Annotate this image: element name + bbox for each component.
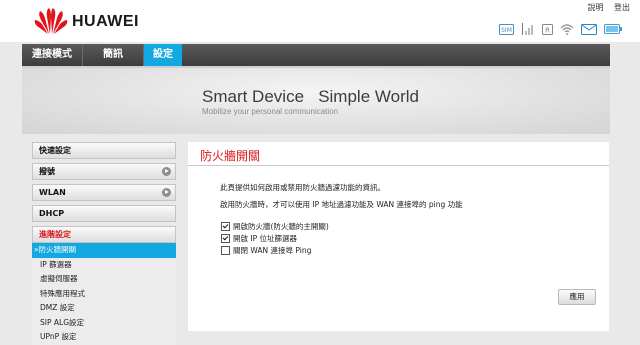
sidebar-item-label: DHCP <box>39 209 65 218</box>
svg-text:SIM: SIM <box>501 27 512 34</box>
tab-settings[interactable]: 設定 <box>144 44 182 66</box>
sidebar-item-dialup[interactable]: 撥號 <box>32 163 176 180</box>
status-icons: SIM R <box>499 22 622 36</box>
top-links: 說明 登出 <box>579 2 630 13</box>
disable-wan-ping-checkbox[interactable] <box>221 246 230 255</box>
svg-text:R: R <box>545 26 550 34</box>
sidebar-item-label: WLAN <box>39 188 66 197</box>
huawei-logo-icon <box>34 8 68 34</box>
option-enable-ip-filter[interactable]: 開啟 IP 位址篩選器 <box>221 233 297 244</box>
help-link[interactable]: 說明 <box>587 3 603 12</box>
sidebar-submenu: »防火牆開關 IP 篩選器 虛擬伺服器 特殊應用程式 DMZ 設定 SIP AL… <box>32 243 176 345</box>
enable-firewall-checkbox[interactable] <box>221 222 230 231</box>
brand-name: HUAWEI <box>72 13 139 30</box>
tab-sms[interactable]: 簡訊 <box>83 44 144 66</box>
signal-icon <box>522 23 533 35</box>
network-mode-icon: R <box>542 23 553 35</box>
option-label: 開啟 IP 位址篩選器 <box>233 234 298 243</box>
title-divider <box>188 165 609 166</box>
sidebar-item-label: 進階設定 <box>39 230 71 239</box>
sidebar-subitem-ip-filter[interactable]: IP 篩選器 <box>32 258 176 273</box>
sidebar-item-label: 撥號 <box>39 167 55 176</box>
option-disable-wan-ping[interactable]: 關閉 WAN 連接埠 Ping <box>221 245 311 256</box>
sidebar-item-quick-setup[interactable]: 快速設定 <box>32 142 176 159</box>
main-panel: 防火牆開關 此頁提供如何啟用或禁用防火牆過濾功能的資訊。 啟用防火牆時，才可以使… <box>188 142 609 331</box>
tab-connection-mode[interactable]: 連接模式 <box>22 44 83 66</box>
logout-link[interactable]: 登出 <box>614 3 630 12</box>
banner-subtitle: Mobilize your personal communication <box>202 107 339 116</box>
sidebar: 快速設定 撥號 WLAN DHCP 進階設定 »防火牆開關 IP 篩選器 虛擬伺… <box>32 142 176 345</box>
sidebar-item-dhcp[interactable]: DHCP <box>32 205 176 222</box>
sidebar-subitem-dmz[interactable]: DMZ 設定 <box>32 301 176 316</box>
sidebar-item-wlan[interactable]: WLAN <box>32 184 176 201</box>
banner-title: Smart Device Simple World <box>202 87 419 106</box>
option-enable-firewall[interactable]: 開啟防火牆(防火牆的主開關) <box>221 221 329 232</box>
description-line-2: 啟用防火牆時，才可以使用 IP 地址過濾功能及 WAN 連接埠的 ping 功能 <box>220 200 463 209</box>
banner: Smart Device Simple World Mobilize your … <box>22 68 610 134</box>
main-nav: 連接模式 簡訊 設定 <box>22 44 610 66</box>
description-line-1: 此頁提供如何啟用或禁用防火牆過濾功能的資訊。 <box>220 183 385 192</box>
sim-icon: SIM <box>499 23 514 35</box>
enable-ip-filter-checkbox[interactable] <box>221 234 230 243</box>
sidebar-subitem-virtual-server[interactable]: 虛擬伺服器 <box>32 272 176 287</box>
page-title: 防火牆開關 <box>200 149 261 163</box>
wifi-icon <box>560 24 574 35</box>
sidebar-item-label: 快速設定 <box>39 146 71 155</box>
option-label: 開啟防火牆(防火牆的主開關) <box>233 222 329 231</box>
battery-icon <box>604 24 622 34</box>
top-bar: HUAWEI 說明 登出 SIM R <box>0 0 640 42</box>
sidebar-subitem-firewall-switch[interactable]: »防火牆開關 <box>32 243 176 258</box>
sidebar-subitem-upnp[interactable]: UPnP 設定 <box>32 330 176 345</box>
sms-icon[interactable] <box>581 23 597 35</box>
sidebar-subitem-sip-alg[interactable]: SIP ALG設定 <box>32 316 176 331</box>
apply-button[interactable]: 應用 <box>558 289 596 305</box>
sidebar-item-advanced[interactable]: 進階設定 <box>32 226 176 243</box>
sidebar-subitem-special-apps[interactable]: 特殊應用程式 <box>32 287 176 302</box>
option-label: 關閉 WAN 連接埠 Ping <box>233 246 312 255</box>
chevron-right-icon <box>162 167 171 176</box>
chevron-right-icon <box>162 188 171 197</box>
